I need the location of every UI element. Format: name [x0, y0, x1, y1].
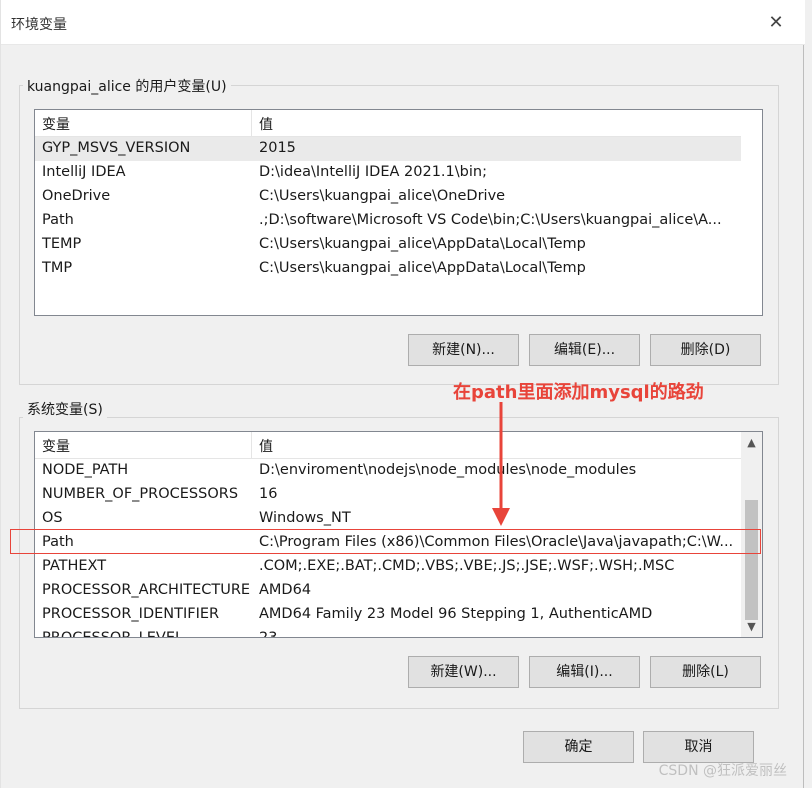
user-new-button[interactable]: 新建(N)...	[408, 334, 519, 366]
system-delete-button[interactable]: 删除(L)	[650, 656, 761, 688]
variable-name: Path	[42, 212, 74, 228]
user-delete-button[interactable]: 删除(D)	[650, 334, 761, 366]
variable-name: IntelliJ IDEA	[42, 164, 126, 180]
title-bar: 环境变量 ✕	[1, 0, 805, 45]
ok-button[interactable]: 确定	[523, 731, 634, 763]
header-variable[interactable]: 变量	[42, 114, 70, 134]
table-row[interactable]: PROCESSOR_IDENTIFIER AMD64 Family 23 Mod…	[35, 603, 741, 627]
scroll-down-icon[interactable]: ▼	[741, 618, 762, 635]
table-row[interactable]: TEMP C:\Users\kuangpai_alice\AppData\Loc…	[35, 233, 741, 257]
variable-value: 16	[259, 486, 278, 502]
variable-name: TMP	[42, 260, 73, 276]
system-edit-button[interactable]: 编辑(I)...	[529, 656, 640, 688]
annotation-arrow	[492, 402, 510, 526]
variable-value: 23	[259, 630, 278, 638]
system-new-button[interactable]: 新建(W)...	[408, 656, 519, 688]
window-title: 环境变量	[11, 17, 67, 33]
variable-name: NUMBER_OF_PROCESSORS	[42, 486, 239, 502]
table-row[interactable]: GYP_MSVS_VERSION 2015	[35, 137, 741, 161]
variable-value: D:\idea\IntelliJ IDEA 2021.1\bin;	[259, 164, 487, 180]
variable-value: AMD64	[259, 582, 312, 598]
list-header: 变量 值	[35, 110, 741, 137]
table-row[interactable]: NODE_PATH D:\enviroment\nodejs\node_modu…	[35, 459, 741, 483]
table-row[interactable]: PROCESSOR_LEVEL 23	[35, 627, 741, 638]
variable-name: PROCESSOR_IDENTIFIER	[42, 606, 220, 622]
variable-name: TEMP	[42, 236, 82, 252]
user-variables-list[interactable]: 变量 值 GYP_MSVS_VERSION 2015 IntelliJ IDEA…	[34, 109, 763, 316]
header-variable[interactable]: 变量	[42, 436, 70, 456]
user-variables-label: kuangpai_alice 的用户变量(U)	[23, 76, 231, 96]
table-row[interactable]: PATHEXT .COM;.EXE;.BAT;.CMD;.VBS;.VBE;.J…	[35, 555, 741, 579]
system-variables-label: 系统变量(S)	[23, 399, 107, 419]
user-edit-button[interactable]: 编辑(E)...	[529, 334, 640, 366]
header-separator[interactable]	[251, 110, 252, 136]
variable-name: NODE_PATH	[42, 462, 129, 478]
variable-name: GYP_MSVS_VERSION	[42, 140, 191, 156]
table-row[interactable]: IntelliJ IDEA D:\idea\IntelliJ IDEA 2021…	[35, 161, 741, 185]
list-header: 变量 值	[35, 432, 741, 459]
variable-name: PATHEXT	[42, 558, 107, 574]
variable-value: 2015	[259, 140, 296, 156]
variable-value: C:\Users\kuangpai_alice\AppData\Local\Te…	[259, 236, 586, 252]
path-highlight-box	[10, 529, 761, 554]
table-row[interactable]: OS Windows_NT	[35, 507, 741, 531]
table-row[interactable]: TMP C:\Users\kuangpai_alice\AppData\Loca…	[35, 257, 741, 281]
variable-name: OS	[42, 510, 63, 526]
variable-value: .COM;.EXE;.BAT;.CMD;.VBS;.VBE;.JS;.JSE;.…	[259, 558, 675, 574]
scroll-up-icon[interactable]: ▲	[741, 434, 762, 451]
header-separator[interactable]	[251, 432, 252, 458]
close-icon[interactable]: ✕	[767, 14, 785, 32]
table-row[interactable]: Path .;D:\software\Microsoft VS Code\bin…	[35, 209, 741, 233]
table-row[interactable]: PROCESSOR_ARCHITECTURE AMD64	[35, 579, 741, 603]
variable-name: OneDrive	[42, 188, 111, 204]
table-row[interactable]: NUMBER_OF_PROCESSORS 16	[35, 483, 741, 507]
variable-value: D:\enviroment\nodejs\node_modules\node_m…	[259, 462, 637, 478]
header-value[interactable]: 值	[259, 436, 273, 456]
watermark: CSDN @狂派爱丽丝	[658, 763, 787, 779]
variable-value: C:\Users\kuangpai_alice\AppData\Local\Te…	[259, 260, 586, 276]
header-value[interactable]: 值	[259, 114, 273, 134]
scrollbar-thumb[interactable]	[745, 500, 758, 620]
variable-value: Windows_NT	[259, 510, 351, 526]
variable-name: PROCESSOR_ARCHITECTURE	[42, 582, 251, 598]
variable-value: AMD64 Family 23 Model 96 Stepping 1, Aut…	[259, 606, 653, 622]
variable-value: C:\Users\kuangpai_alice\OneDrive	[259, 188, 506, 204]
table-row[interactable]: OneDrive C:\Users\kuangpai_alice\OneDriv…	[35, 185, 741, 209]
variable-name: PROCESSOR_LEVEL	[42, 630, 184, 638]
environment-variables-dialog: 环境变量 ✕ kuangpai_alice 的用户变量(U) 变量 值 GYP_…	[0, 0, 805, 788]
variable-value: .;D:\software\Microsoft VS Code\bin;C:\U…	[259, 212, 722, 228]
cancel-button[interactable]: 取消	[643, 731, 754, 763]
